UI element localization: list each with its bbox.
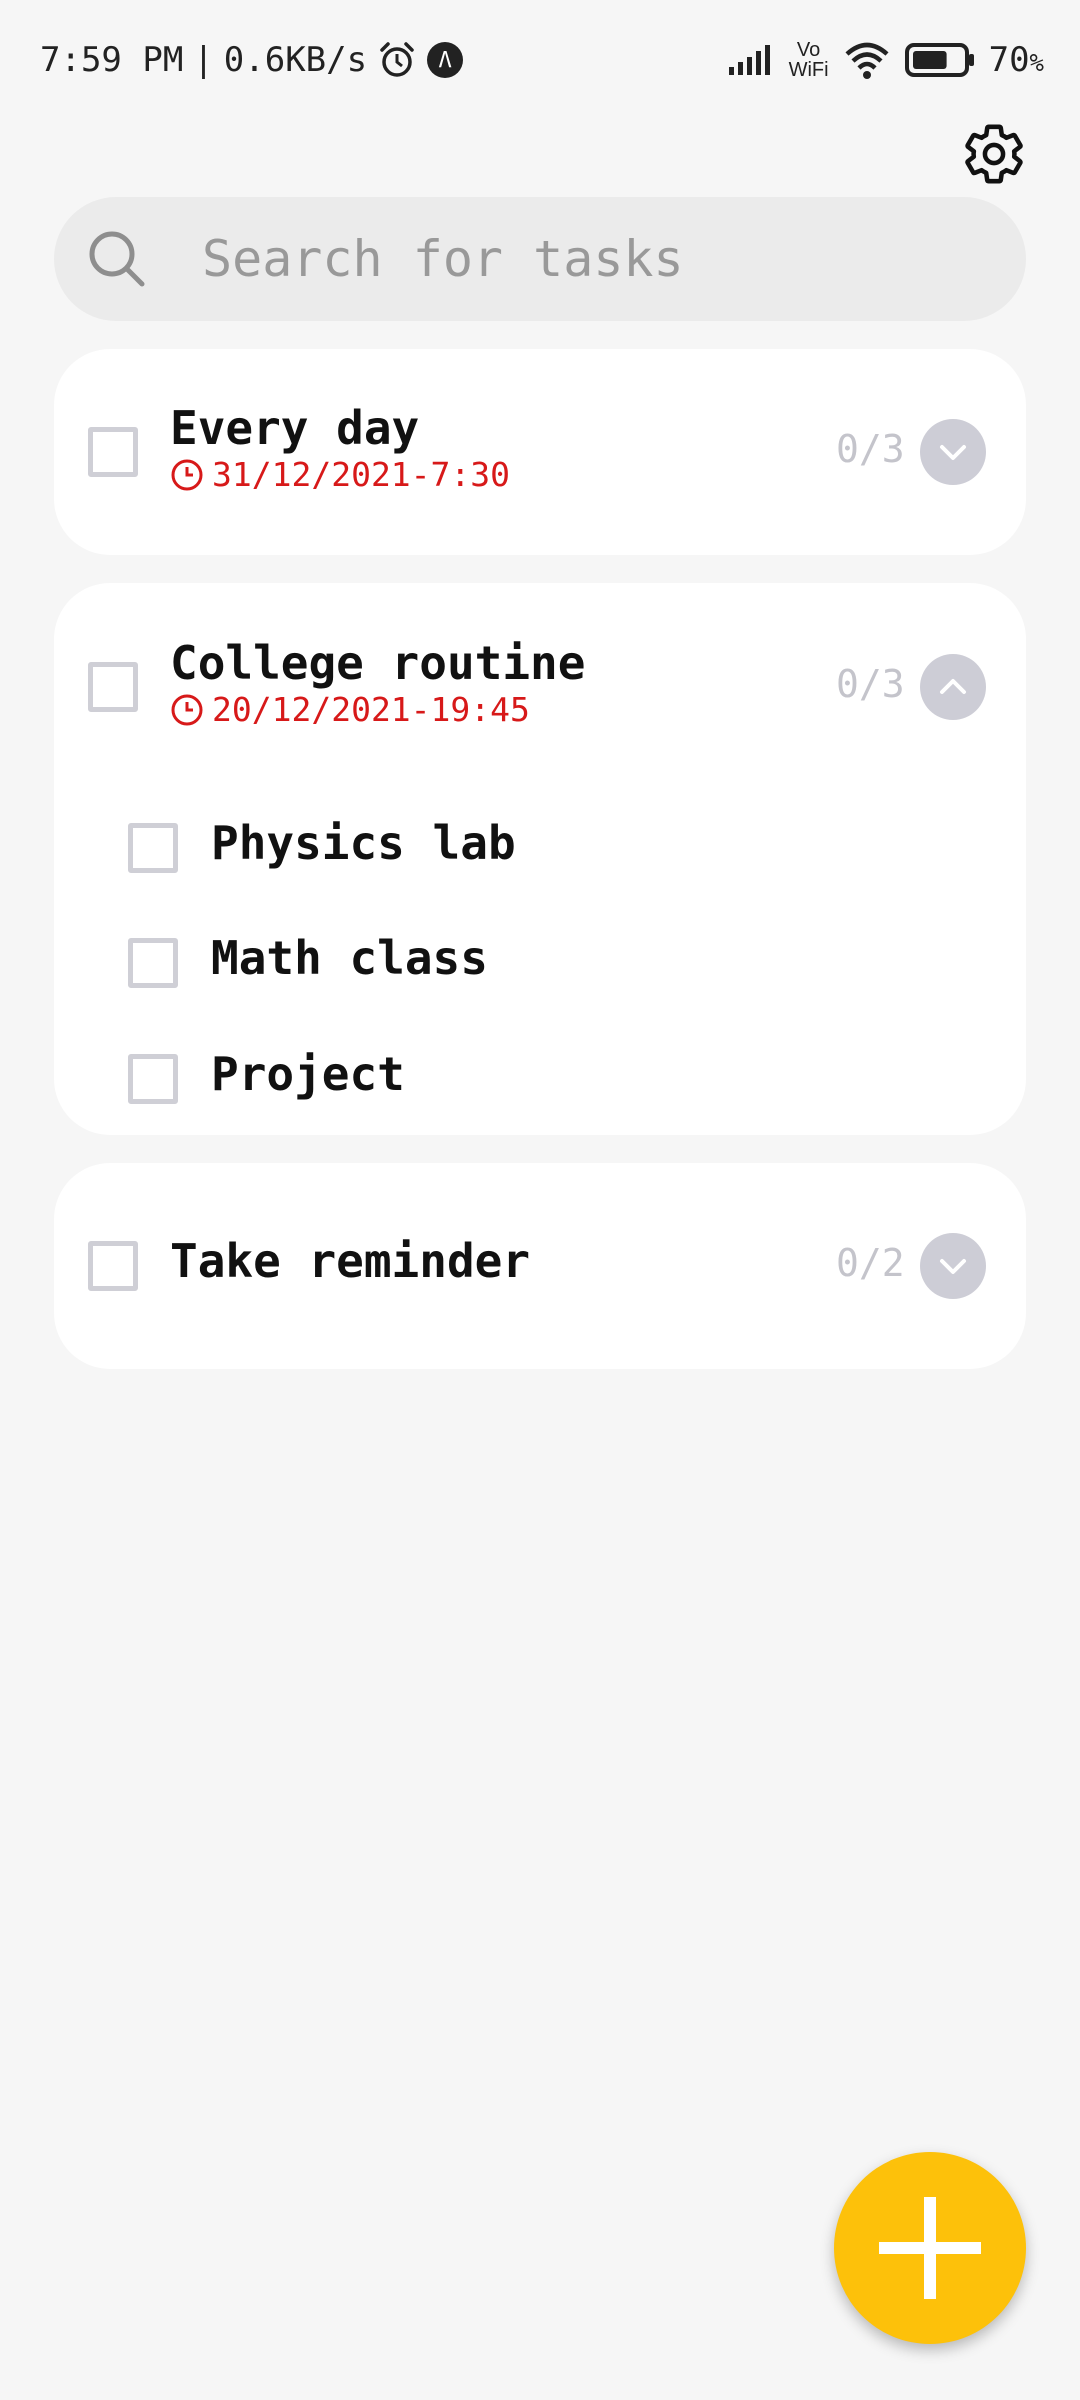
status-left: 7:59 PM | 0.6KB/s Λ	[40, 40, 464, 80]
task-title: Every day	[170, 401, 420, 455]
alarm-icon	[377, 40, 417, 80]
task-card[interactable]: College routine 20/12/2021-19:45 0/3 Phy…	[54, 583, 1026, 1135]
clock-icon	[170, 693, 204, 727]
task-card[interactable]: Every day 31/12/2021-7:30 0/3	[54, 349, 1026, 555]
chevron-up-icon	[935, 669, 971, 705]
gear-icon	[960, 120, 1028, 188]
clock-icon	[170, 458, 204, 492]
battery-percent: 70%	[989, 40, 1044, 80]
app-notification-icon: Λ	[427, 42, 464, 78]
task-progress: 0/3	[836, 662, 905, 706]
add-task-button[interactable]	[834, 2152, 1026, 2344]
battery-percent-value: 70	[988, 40, 1030, 80]
status-time: 7:59 PM	[40, 40, 184, 80]
chevron-down-icon	[935, 1248, 971, 1284]
task-checkbox[interactable]	[88, 427, 138, 477]
subtask-title: Math class	[211, 931, 488, 985]
status-right: Vo WiFi 70%	[727, 40, 1044, 80]
network-speed: 0.6KB/s	[223, 40, 368, 80]
battery-percent-unit: %	[1029, 49, 1044, 77]
collapse-button[interactable]	[920, 654, 986, 720]
task-due-text: 31/12/2021-7:30	[212, 455, 511, 494]
task-card[interactable]: Take reminder 0/2	[54, 1163, 1026, 1369]
subtask-title: Physics lab	[211, 816, 516, 870]
task-title: Take reminder	[170, 1234, 531, 1288]
task-due-text: 20/12/2021-19:45	[212, 690, 530, 729]
search-bar[interactable]	[54, 197, 1026, 321]
task-checkbox[interactable]	[88, 662, 138, 712]
subtask-checkbox[interactable]	[128, 1054, 178, 1104]
plus-icon	[875, 2193, 985, 2303]
chevron-down-icon	[935, 434, 971, 470]
subtask-title: Project	[211, 1047, 405, 1101]
settings-button[interactable]	[956, 116, 1032, 192]
search-input[interactable]	[202, 230, 962, 288]
task-progress: 0/2	[836, 1241, 905, 1285]
vowifi-top: Vo	[796, 39, 821, 61]
expand-button[interactable]	[920, 1233, 986, 1299]
wifi-icon	[843, 40, 891, 80]
task-due: 20/12/2021-19:45	[170, 690, 530, 729]
search-icon	[86, 228, 148, 290]
status-bar: 7:59 PM | 0.6KB/s Λ Vo WiFi 70%	[0, 0, 1080, 120]
task-due: 31/12/2021-7:30	[170, 455, 510, 494]
battery-icon	[904, 42, 975, 78]
subtask-checkbox[interactable]	[128, 938, 178, 988]
task-progress: 0/3	[836, 427, 905, 471]
status-separator: |	[193, 40, 214, 80]
signal-icon	[727, 43, 775, 77]
task-checkbox[interactable]	[88, 1241, 138, 1291]
task-title: College routine	[170, 636, 586, 690]
vowifi-bottom: WiFi	[788, 59, 829, 81]
expand-button[interactable]	[920, 419, 986, 485]
vowifi-indicator: Vo WiFi	[789, 40, 829, 80]
subtask-checkbox[interactable]	[128, 823, 178, 873]
